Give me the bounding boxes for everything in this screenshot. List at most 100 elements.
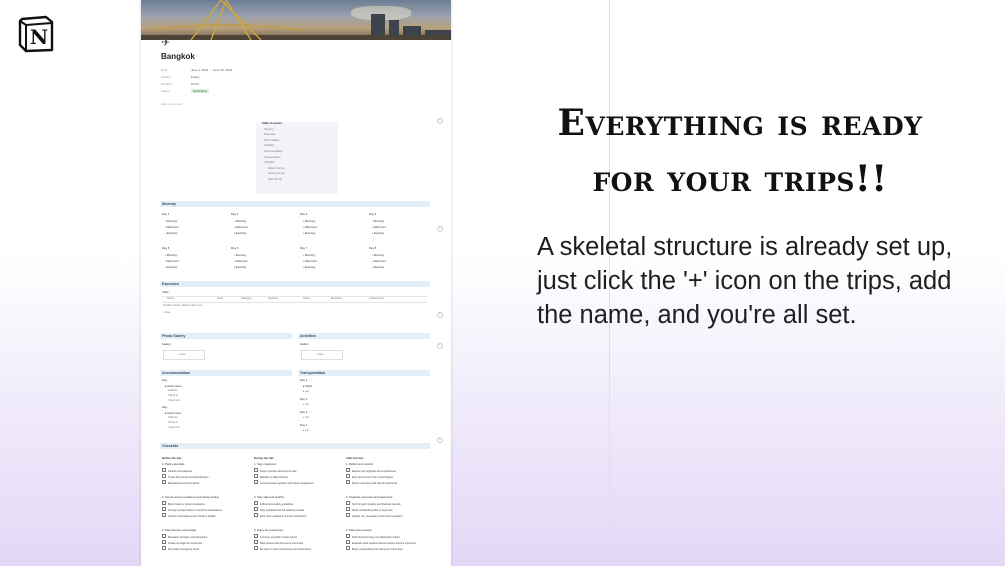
activities-heading: Activities bbox=[298, 333, 430, 339]
checklist-group-title: 2. Stay safe and healthy bbox=[254, 495, 285, 499]
itinerary-day-label: Day 2 bbox=[231, 212, 239, 216]
transport-item[interactable]: ▸ List bbox=[303, 390, 309, 393]
itinerary-item[interactable]: • Morning: bbox=[165, 253, 178, 257]
expenses-heading: Expenses bbox=[160, 281, 430, 287]
itinerary-item[interactable]: • Afternoon: bbox=[303, 259, 318, 263]
checklist-checkbox-item[interactable]: Follow local safety guidelines bbox=[254, 501, 339, 506]
checklist-checkbox-item[interactable]: Start brainstorming next destination ide… bbox=[346, 534, 431, 539]
add-comment[interactable]: Add a comment... bbox=[161, 102, 431, 106]
accommodation-item: Check out bbox=[168, 399, 180, 402]
checklist-checkbox-item[interactable]: Research activities and attractions bbox=[162, 534, 247, 539]
notion-page-preview: ✈ Bangkok Date June 1, 2024 → June 15, 20… bbox=[141, 0, 451, 566]
gallery-new-card[interactable]: + New bbox=[163, 350, 205, 360]
block-handle-icon[interactable]: ↻ bbox=[437, 226, 443, 232]
itinerary-day-label: Day 5 bbox=[162, 246, 170, 250]
checklist-checkbox-item[interactable]: Rest and recover from travel fatigue bbox=[346, 474, 431, 479]
activities-new-card[interactable]: + New bbox=[301, 350, 343, 360]
itinerary-item[interactable]: • Afternoon: bbox=[372, 259, 387, 263]
itinerary-item[interactable]: • Morning: bbox=[372, 219, 385, 223]
activities-view-tab[interactable]: Gallery bbox=[300, 342, 309, 346]
checklist-checkbox-item[interactable]: Immerse yourself in local culture bbox=[254, 534, 339, 539]
itinerary-item[interactable]: • Morning: bbox=[303, 219, 316, 223]
checklist-checkbox-item[interactable]: Settle outstanding bills or expenses bbox=[346, 507, 431, 512]
checklist-checkbox-item[interactable]: Sort through receipts and financial reco… bbox=[346, 501, 431, 506]
checklist-checkbox-item[interactable]: Set aside emergency funds bbox=[162, 546, 247, 551]
page-title[interactable]: Bangkok bbox=[161, 52, 431, 61]
property-value[interactable]: Empty bbox=[191, 75, 200, 79]
expenses-new-button[interactable]: + New bbox=[163, 311, 170, 314]
itinerary-item[interactable]: • Morning: bbox=[165, 219, 178, 223]
itinerary-heading: Itinerary bbox=[160, 201, 430, 207]
transport-item[interactable]: ▸ List bbox=[303, 403, 309, 406]
itinerary-item[interactable]: • Evening: bbox=[303, 265, 316, 269]
checklist-checkbox-item[interactable]: Travel documents and identification bbox=[162, 474, 247, 479]
status-badge[interactable]: Upcoming bbox=[191, 88, 209, 93]
itinerary-item[interactable]: • Afternoon: bbox=[165, 225, 180, 229]
block-handle-icon[interactable]: ↻ bbox=[437, 312, 443, 318]
checklist-checkbox-item[interactable]: Stay hydrated and eat balanced meals bbox=[254, 507, 339, 512]
accommodation-item: Address bbox=[168, 416, 178, 419]
itinerary-item[interactable]: • Afternoon: bbox=[372, 225, 387, 229]
checklist-checkbox-item[interactable]: Rest often needed to prevent exhaustion bbox=[254, 513, 339, 518]
checklist-checkbox-item[interactable]: Maintain a daily itinerary bbox=[254, 474, 339, 479]
bridge-icon bbox=[151, 0, 301, 40]
itinerary-item[interactable]: • Morning: bbox=[372, 253, 385, 257]
itinerary-item[interactable]: • Morning: bbox=[234, 219, 247, 223]
expenses-view-tab[interactable]: Table bbox=[162, 290, 169, 294]
property-value[interactable]: June 1, 2024 → June 15, 2024 bbox=[191, 68, 232, 72]
block-handle-icon[interactable]: ↻ bbox=[437, 118, 443, 124]
checklist-checkbox-item[interactable]: Book hotels or accommodations bbox=[162, 501, 247, 506]
gallery-view-tab[interactable]: Gallery bbox=[162, 342, 171, 346]
table-of-contents: Table of content Itinerary Expenses Phot… bbox=[256, 122, 338, 194]
accommodation-heading: Accommodation bbox=[160, 370, 292, 376]
checklist-group-title: 1. Stay organized bbox=[254, 462, 276, 466]
photo-gallery-heading: Photo Gallery bbox=[160, 333, 292, 339]
checklist-group-title: 3. Enjoy the experience bbox=[254, 528, 284, 532]
itinerary-item[interactable]: • Evening: bbox=[303, 231, 316, 235]
checklist-checkbox-item[interactable]: Create a budget for expenses bbox=[162, 540, 247, 545]
page-icon[interactable]: ✈ bbox=[161, 36, 170, 49]
checklist-column-title: During the trip: bbox=[254, 456, 275, 460]
notion-logo-icon: N bbox=[18, 15, 54, 53]
transportation-heading: Transportation bbox=[298, 370, 430, 376]
checklist-checkbox-item[interactable]: Confirm reservations and check-in detail… bbox=[162, 513, 247, 518]
checklist-checkbox-item[interactable]: Communicate regularly with travel compan… bbox=[254, 480, 339, 485]
cover-image bbox=[141, 0, 451, 40]
property-row: Activity Empty bbox=[161, 73, 431, 80]
property-value[interactable]: 15.00 bbox=[191, 82, 199, 86]
itinerary-item[interactable]: • Evening: bbox=[234, 265, 247, 269]
itinerary-item[interactable]: • Afternoon: bbox=[303, 225, 318, 229]
checklist-checkbox-item[interactable]: Clothes and toiletries bbox=[162, 468, 247, 473]
transport-item[interactable]: ▸ List bbox=[303, 429, 309, 432]
checklist-checkbox-item[interactable]: Arrange transportation to and from desti… bbox=[162, 507, 247, 512]
transport-item[interactable]: ▸ List bbox=[303, 416, 309, 419]
itinerary-item[interactable]: • Afternoon: bbox=[234, 225, 249, 229]
transport-item[interactable]: ▸ Flight bbox=[303, 384, 312, 388]
checklist-checkbox-item[interactable]: Medications and first aid kit bbox=[162, 480, 247, 485]
itinerary-item[interactable]: • Evening: bbox=[234, 231, 247, 235]
itinerary-item[interactable]: • Afternoon: bbox=[165, 259, 180, 263]
itinerary-item[interactable]: • Evening: bbox=[372, 231, 385, 235]
expenses-empty-row[interactable]: No filter results. Click to add a row bbox=[163, 304, 202, 307]
checklist-checkbox-item[interactable]: Review trip highlights and experiences bbox=[346, 468, 431, 473]
property-name: Status bbox=[161, 88, 170, 93]
toc-item[interactable]: After the trip bbox=[256, 178, 338, 184]
checklist-checkbox-item[interactable]: Begin researching and saving for future … bbox=[346, 546, 431, 551]
itinerary-item[interactable]: • Evening: bbox=[372, 265, 385, 269]
itinerary-item[interactable]: • Morning: bbox=[234, 253, 247, 257]
checklist-checkbox-item[interactable]: Update any necessary travel documentatio… bbox=[346, 513, 431, 518]
checklist-group-title: 2. Secure accommodations and transportat… bbox=[162, 495, 220, 499]
checklist-checkbox-item[interactable]: Take photos and document memories bbox=[254, 540, 339, 545]
itinerary-item[interactable]: • Afternoon: bbox=[234, 259, 249, 263]
itinerary-item[interactable]: • Evening: bbox=[165, 265, 178, 269]
block-handle-icon[interactable]: ↻ bbox=[437, 343, 443, 349]
checklist-checkbox-item[interactable]: Be open to new experiences and adventure… bbox=[254, 546, 339, 551]
checklist-checkbox-item[interactable]: Share memories with friends and family bbox=[346, 480, 431, 485]
itinerary-item[interactable]: • Morning: bbox=[303, 253, 316, 257]
itinerary-item[interactable]: • Evening: bbox=[165, 231, 178, 235]
accommodation-day: Day: bbox=[162, 378, 168, 382]
checklist-checkbox-item[interactable]: Evaluate what worked well and what could… bbox=[346, 540, 431, 545]
checklist-checkbox-item[interactable]: Keep important documents safe bbox=[254, 468, 339, 473]
accommodation-item: Check out bbox=[168, 426, 180, 429]
block-handle-icon[interactable]: ↻ bbox=[437, 437, 443, 443]
